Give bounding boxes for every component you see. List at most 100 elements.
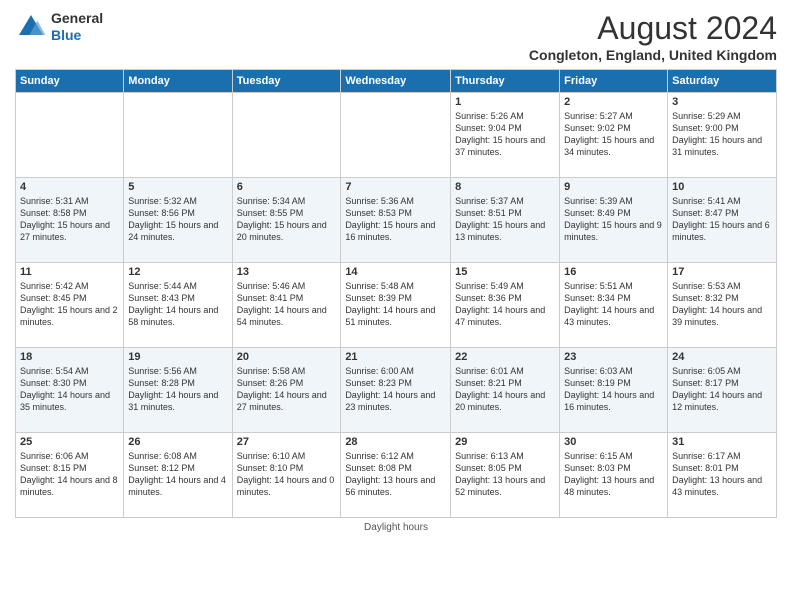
day-number: 19 [128,351,227,363]
day-number: 29 [455,436,555,448]
day-cell: 19 Sunrise: 5:56 AM Sunset: 8:28 PM Dayli… [124,348,232,433]
day-cell: 4 Sunrise: 5:31 AM Sunset: 8:58 PM Daylig… [16,178,124,263]
day-cell: 22 Sunrise: 6:01 AM Sunset: 8:21 PM Dayli… [451,348,560,433]
day-number: 25 [20,436,119,448]
day-number: 4 [20,181,119,193]
footer: Daylight hours [15,522,777,533]
day-info: Sunrise: 6:05 AM Sunset: 8:17 PM Dayligh… [672,365,772,414]
day-info: Sunrise: 5:58 AM Sunset: 8:26 PM Dayligh… [237,365,337,414]
day-number: 3 [672,96,772,108]
col-header-wednesday: Wednesday [341,70,451,93]
day-number: 6 [237,181,337,193]
day-info: Sunrise: 5:51 AM Sunset: 8:34 PM Dayligh… [564,280,663,329]
col-header-saturday: Saturday [668,70,777,93]
day-info: Sunrise: 5:34 AM Sunset: 8:55 PM Dayligh… [237,195,337,244]
day-cell: 24 Sunrise: 6:05 AM Sunset: 8:17 PM Dayli… [668,348,777,433]
day-number: 14 [345,266,446,278]
day-number: 10 [672,181,772,193]
day-cell: 17 Sunrise: 5:53 AM Sunset: 8:32 PM Dayli… [668,263,777,348]
day-cell [232,93,341,178]
day-number: 22 [455,351,555,363]
day-number: 28 [345,436,446,448]
header: General Blue August 2024 Congleton, Engl… [15,10,777,63]
day-info: Sunrise: 5:31 AM Sunset: 8:58 PM Dayligh… [20,195,119,244]
week-row-5: 25 Sunrise: 6:06 AM Sunset: 8:15 PM Dayli… [16,433,777,518]
title-section: August 2024 Congleton, England, United K… [529,10,777,63]
day-number: 18 [20,351,119,363]
footer-label: Daylight hours [364,522,428,533]
day-cell: 12Sunrise: 5:44 AM Sunset: 8:43 PM Dayli… [124,263,232,348]
day-info: Sunrise: 5:48 AM Sunset: 8:39 PM Dayligh… [345,280,446,329]
day-info: Sunrise: 5:46 AM Sunset: 8:41 PM Dayligh… [237,280,337,329]
week-row-3: 11Sunrise: 5:42 AM Sunset: 8:45 PM Dayli… [16,263,777,348]
day-cell: 5 Sunrise: 5:32 AM Sunset: 8:56 PM Daylig… [124,178,232,263]
day-number: 23 [564,351,663,363]
day-info: Sunrise: 6:08 AM Sunset: 8:12 PM Dayligh… [128,450,227,499]
calendar-table: SundayMondayTuesdayWednesdayThursdayFrid… [15,69,777,518]
day-info: Sunrise: 5:56 AM Sunset: 8:28 PM Dayligh… [128,365,227,414]
day-info: Sunrise: 6:12 AM Sunset: 8:08 PM Dayligh… [345,450,446,499]
col-header-tuesday: Tuesday [232,70,341,93]
day-cell: 27Sunrise: 6:10 AM Sunset: 8:10 PM Dayli… [232,433,341,518]
day-cell: 13Sunrise: 5:46 AM Sunset: 8:41 PM Dayli… [232,263,341,348]
location: Congleton, England, United Kingdom [529,47,777,63]
day-cell: 1Sunrise: 5:26 AM Sunset: 9:04 PM Daylig… [451,93,560,178]
logo-text: General Blue [51,10,103,44]
day-info: Sunrise: 5:37 AM Sunset: 8:51 PM Dayligh… [455,195,555,244]
day-info: Sunrise: 6:01 AM Sunset: 8:21 PM Dayligh… [455,365,555,414]
day-number: 16 [564,266,663,278]
day-info: Sunrise: 6:10 AM Sunset: 8:10 PM Dayligh… [237,450,337,499]
day-cell: 21Sunrise: 6:00 AM Sunset: 8:23 PM Dayli… [341,348,451,433]
day-number: 17 [672,266,772,278]
day-number: 7 [345,181,446,193]
day-cell: 29Sunrise: 6:13 AM Sunset: 8:05 PM Dayli… [451,433,560,518]
day-number: 8 [455,181,555,193]
day-cell [341,93,451,178]
day-cell: 7Sunrise: 5:36 AM Sunset: 8:53 PM Daylig… [341,178,451,263]
week-row-1: 1Sunrise: 5:26 AM Sunset: 9:04 PM Daylig… [16,93,777,178]
day-cell: 3 Sunrise: 5:29 AM Sunset: 9:00 PM Daylig… [668,93,777,178]
day-cell: 18Sunrise: 5:54 AM Sunset: 8:30 PM Dayli… [16,348,124,433]
day-number: 9 [564,181,663,193]
day-info: Sunrise: 5:27 AM Sunset: 9:02 PM Dayligh… [564,110,663,159]
day-number: 26 [128,436,227,448]
day-cell: 16 Sunrise: 5:51 AM Sunset: 8:34 PM Dayli… [560,263,668,348]
logo-general: General [51,10,103,26]
month-title: August 2024 [529,10,777,47]
day-cell [124,93,232,178]
day-number: 24 [672,351,772,363]
day-number: 5 [128,181,227,193]
logo-blue: Blue [51,27,81,43]
day-number: 2 [564,96,663,108]
page: General Blue August 2024 Congleton, Engl… [0,0,792,612]
day-info: Sunrise: 5:42 AM Sunset: 8:45 PM Dayligh… [20,280,119,329]
day-cell: 30Sunrise: 6:15 AM Sunset: 8:03 PM Dayli… [560,433,668,518]
day-cell: 20 Sunrise: 5:58 AM Sunset: 8:26 PM Dayli… [232,348,341,433]
day-number: 12 [128,266,227,278]
day-info: Sunrise: 5:39 AM Sunset: 8:49 PM Dayligh… [564,195,663,244]
day-cell: 8 Sunrise: 5:37 AM Sunset: 8:51 PM Daylig… [451,178,560,263]
day-info: Sunrise: 5:41 AM Sunset: 8:47 PM Dayligh… [672,195,772,244]
day-number: 15 [455,266,555,278]
week-row-2: 4 Sunrise: 5:31 AM Sunset: 8:58 PM Daylig… [16,178,777,263]
calendar-header-row: SundayMondayTuesdayWednesdayThursdayFrid… [16,70,777,93]
day-cell: 10 Sunrise: 5:41 AM Sunset: 8:47 PM Dayli… [668,178,777,263]
day-number: 20 [237,351,337,363]
day-cell: 9 Sunrise: 5:39 AM Sunset: 8:49 PM Daylig… [560,178,668,263]
day-number: 31 [672,436,772,448]
day-cell: 14 Sunrise: 5:48 AM Sunset: 8:39 PM Dayli… [341,263,451,348]
day-cell: 25 Sunrise: 6:06 AM Sunset: 8:15 PM Dayli… [16,433,124,518]
day-cell: 23Sunrise: 6:03 AM Sunset: 8:19 PM Dayli… [560,348,668,433]
day-cell: 15Sunrise: 5:49 AM Sunset: 8:36 PM Dayli… [451,263,560,348]
day-info: Sunrise: 5:32 AM Sunset: 8:56 PM Dayligh… [128,195,227,244]
day-info: Sunrise: 5:29 AM Sunset: 9:00 PM Dayligh… [672,110,772,159]
day-info: Sunrise: 5:53 AM Sunset: 8:32 PM Dayligh… [672,280,772,329]
day-number: 21 [345,351,446,363]
day-info: Sunrise: 6:17 AM Sunset: 8:01 PM Dayligh… [672,450,772,499]
day-info: Sunrise: 6:15 AM Sunset: 8:03 PM Dayligh… [564,450,663,499]
day-info: Sunrise: 6:06 AM Sunset: 8:15 PM Dayligh… [20,450,119,499]
day-cell: 6 Sunrise: 5:34 AM Sunset: 8:55 PM Daylig… [232,178,341,263]
col-header-thursday: Thursday [451,70,560,93]
col-header-sunday: Sunday [16,70,124,93]
day-cell: 31 Sunrise: 6:17 AM Sunset: 8:01 PM Dayli… [668,433,777,518]
